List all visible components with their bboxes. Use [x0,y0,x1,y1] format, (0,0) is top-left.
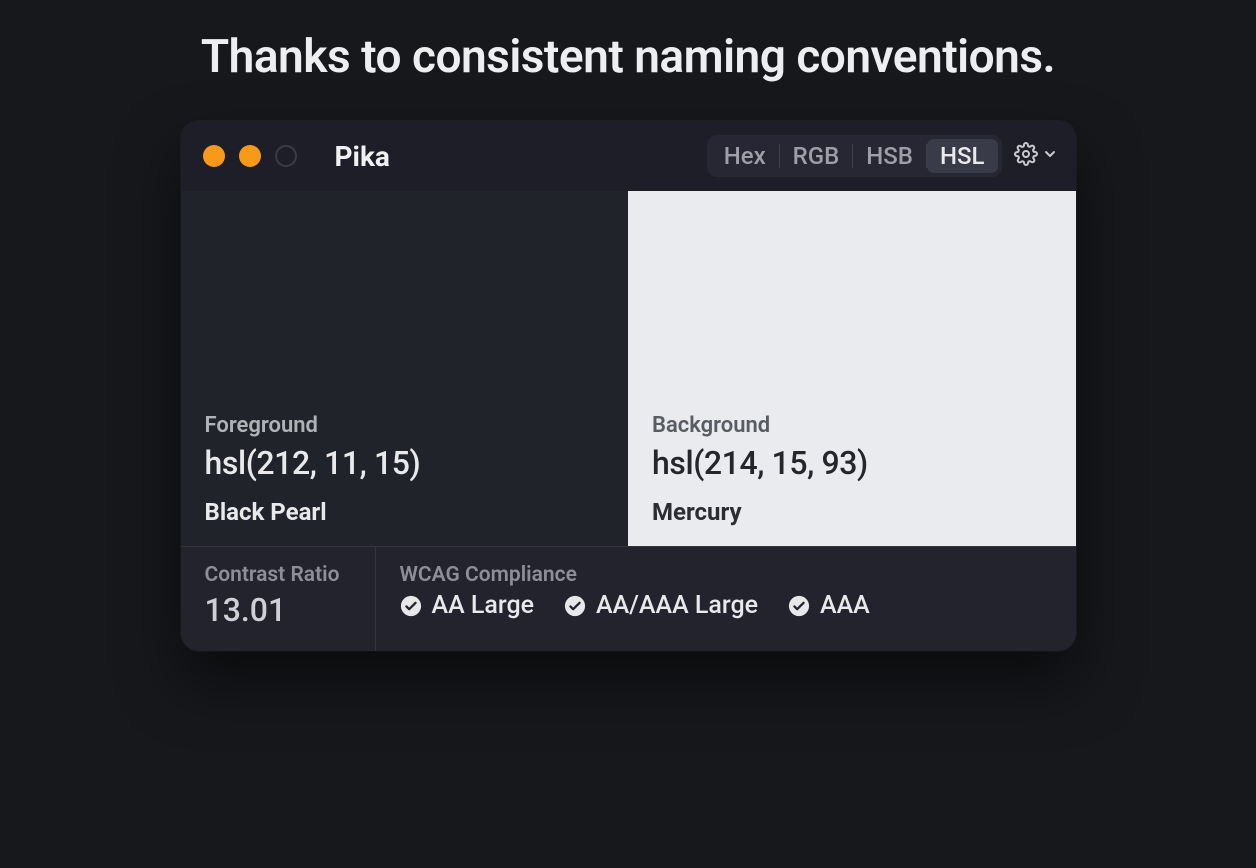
background-label: Background [652,413,1052,438]
checkmark-circle-icon [400,595,422,617]
background-color-name: Mercury [652,498,1052,526]
wcag-level-item: AA Large [400,591,535,620]
wcag-level-text: AA/AAA Large [596,591,758,620]
wcag-label: WCAG Compliance [400,563,870,587]
wcag-level-item: AAA [788,591,870,620]
window-close-button[interactable] [203,145,225,167]
wcag-levels-row: AA Large AA/AAA Large AAA [400,591,870,620]
window-minimize-button[interactable] [239,145,261,167]
background-color-value: hsl(214, 15, 93) [652,444,1052,482]
window-zoom-button[interactable] [275,145,297,167]
chevron-down-icon [1042,146,1058,166]
checkmark-circle-icon [788,595,810,617]
foreground-color-name: Black Pearl [205,498,605,526]
format-tab-hsl[interactable]: HSL [927,139,998,173]
gear-icon [1014,142,1038,170]
wcag-level-item: AA/AAA Large [564,591,758,620]
format-tab-hex[interactable]: Hex [711,139,779,173]
foreground-label: Foreground [205,413,605,438]
format-tab-rgb[interactable]: RGB [780,139,853,173]
color-swatches: Foreground hsl(212, 11, 15) Black Pearl … [181,191,1076,546]
contrast-ratio-value: 13.01 [205,591,351,629]
app-window: Pika Hex RGB HSB HSL [181,121,1076,651]
color-format-segmented-control[interactable]: Hex RGB HSB HSL [707,135,1002,177]
wcag-level-text: AAA [820,591,870,620]
contrast-ratio-section: Contrast Ratio 13.01 [181,547,376,651]
wcag-compliance-section: WCAG Compliance AA Large AA/AAA Large [376,547,894,651]
settings-menu-button[interactable] [1014,142,1058,170]
contrast-ratio-label: Contrast Ratio [205,563,351,587]
foreground-swatch[interactable]: Foreground hsl(212, 11, 15) Black Pearl [181,191,629,546]
app-title: Pika [335,140,390,173]
headline-text: Thanks to consistent naming conventions. [201,22,1055,93]
wcag-level-text: AA Large [432,591,535,620]
format-tab-hsb[interactable]: HSB [853,139,926,173]
background-swatch[interactable]: Background hsl(214, 15, 93) Mercury [628,191,1076,546]
footer: Contrast Ratio 13.01 WCAG Compliance AA … [181,546,1076,651]
foreground-color-value: hsl(212, 11, 15) [205,444,605,482]
titlebar: Pika Hex RGB HSB HSL [181,121,1076,191]
checkmark-circle-icon [564,595,586,617]
traffic-lights [203,145,297,167]
